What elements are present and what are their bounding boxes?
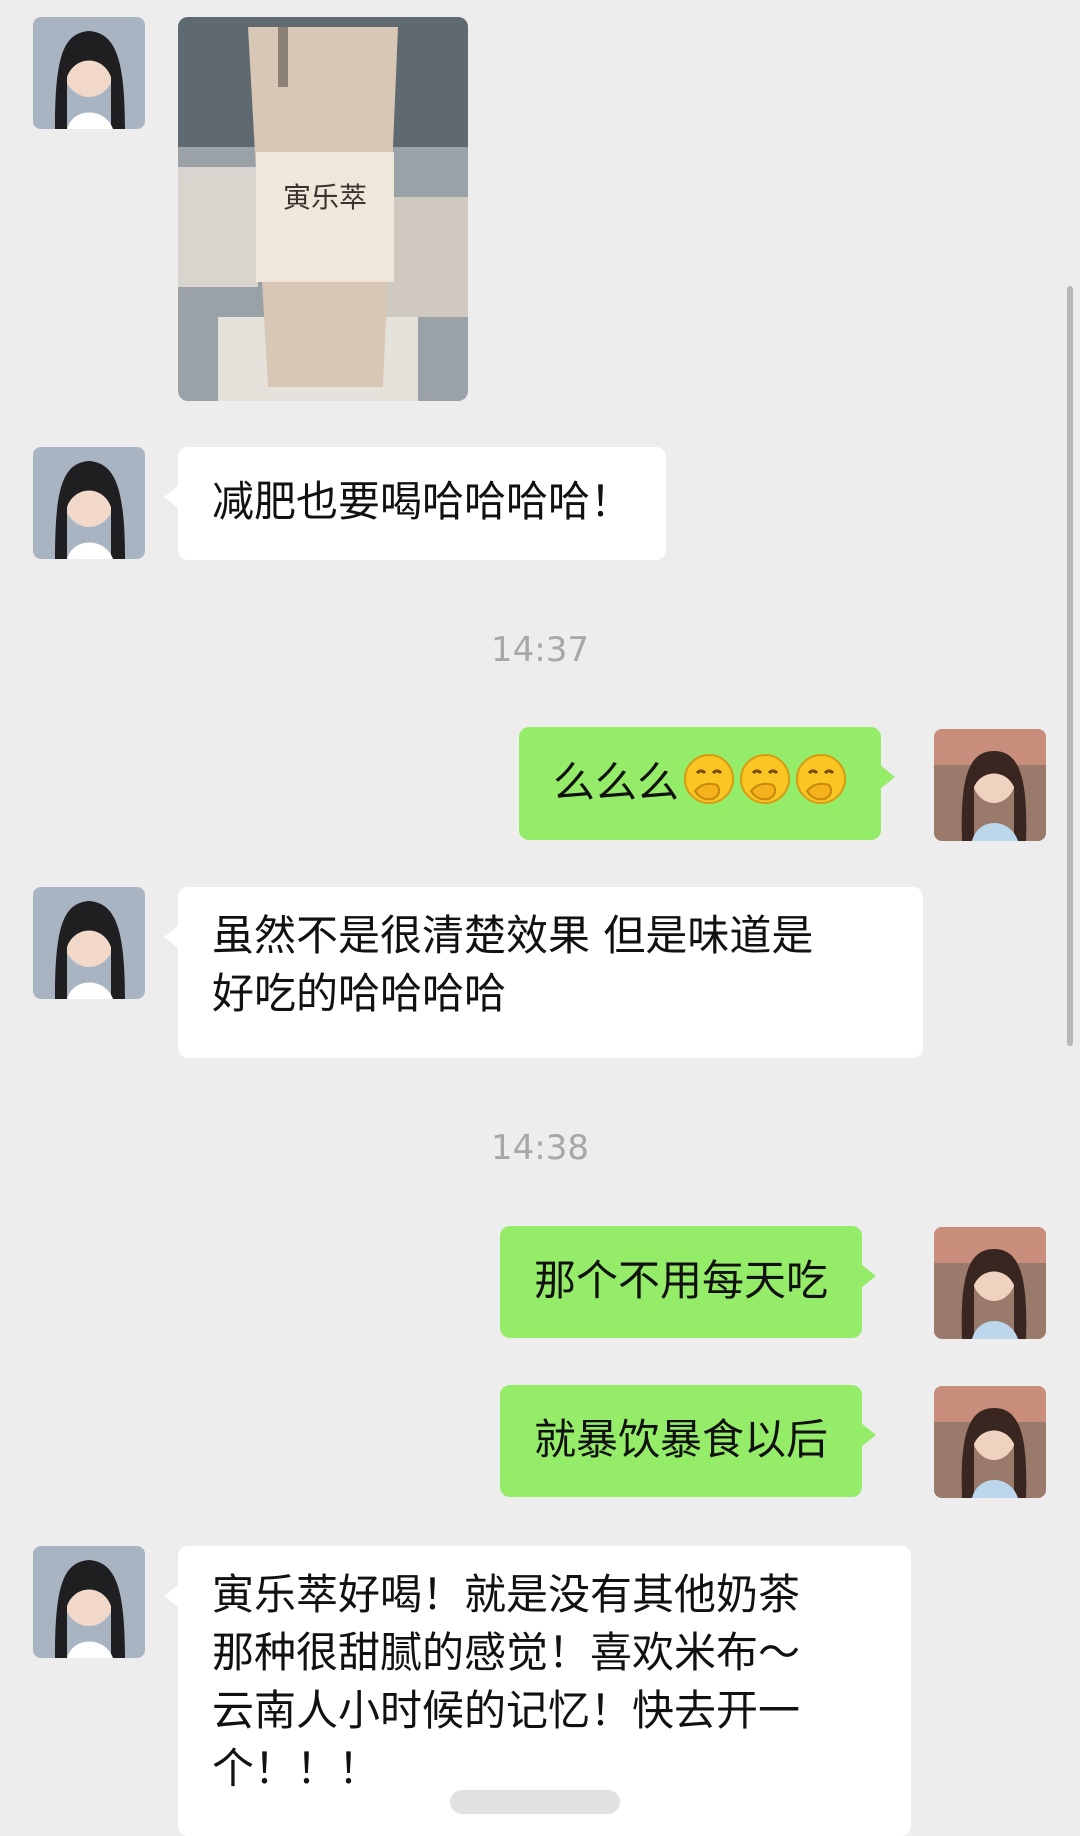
timestamp: 14:38: [491, 1128, 589, 1168]
message-text-line: 寅乐萃好喝！就是没有其他奶茶: [212, 1570, 801, 1619]
message-bubble-other[interactable]: 减肥也要喝哈哈哈哈！: [163, 447, 667, 560]
contact-avatar[interactable]: [33, 1546, 145, 1658]
message-text-line: 好吃的哈哈哈哈: [212, 969, 507, 1018]
hand-over-mouth-emoji: [683, 753, 735, 805]
contact-avatar[interactable]: [33, 447, 145, 559]
watermark: [450, 1790, 620, 1814]
message-text-line: 云南人小时候的记忆！快去开一: [212, 1686, 801, 1735]
message-text-line: 那种很甜腻的感觉！喜欢米布～: [212, 1628, 801, 1677]
my-avatar[interactable]: [934, 729, 1046, 841]
message-text: 么么么: [553, 758, 680, 807]
hand-over-mouth-emoji: [795, 753, 847, 805]
contact-avatar[interactable]: [33, 17, 145, 129]
message-text: 那个不用每天吃: [534, 1256, 829, 1305]
message-text: 就暴饮暴食以后: [534, 1415, 829, 1464]
scrollbar[interactable]: [1067, 286, 1073, 1046]
message-bubble-other[interactable]: 虽然不是很清楚效果 但是味道是 好吃的哈哈哈哈: [164, 887, 923, 1058]
svg-text:寅乐萃: 寅乐萃: [283, 181, 367, 214]
message-bubble-me[interactable]: 么么么: [519, 727, 896, 840]
message-text: 减肥也要喝哈哈哈哈！: [212, 477, 633, 526]
my-avatar[interactable]: [934, 1227, 1046, 1339]
message-bubble-me[interactable]: 就暴饮暴食以后: [500, 1385, 877, 1497]
timestamp: 14:37: [491, 630, 589, 670]
contact-avatar[interactable]: [33, 887, 145, 999]
message-text-line: 虽然不是很清楚效果 但是味道是: [212, 911, 814, 960]
chat-view[interactable]: 寅乐萃 减肥也要喝哈哈哈哈！ 14:37 么么么 虽然不是很清楚效果 但是味道是…: [0, 0, 1080, 1836]
message-bubble-me[interactable]: 那个不用每天吃: [500, 1226, 877, 1338]
hand-over-mouth-emoji: [739, 753, 791, 805]
milk-tea-photo[interactable]: 寅乐萃: [178, 17, 468, 401]
my-avatar[interactable]: [934, 1386, 1046, 1498]
